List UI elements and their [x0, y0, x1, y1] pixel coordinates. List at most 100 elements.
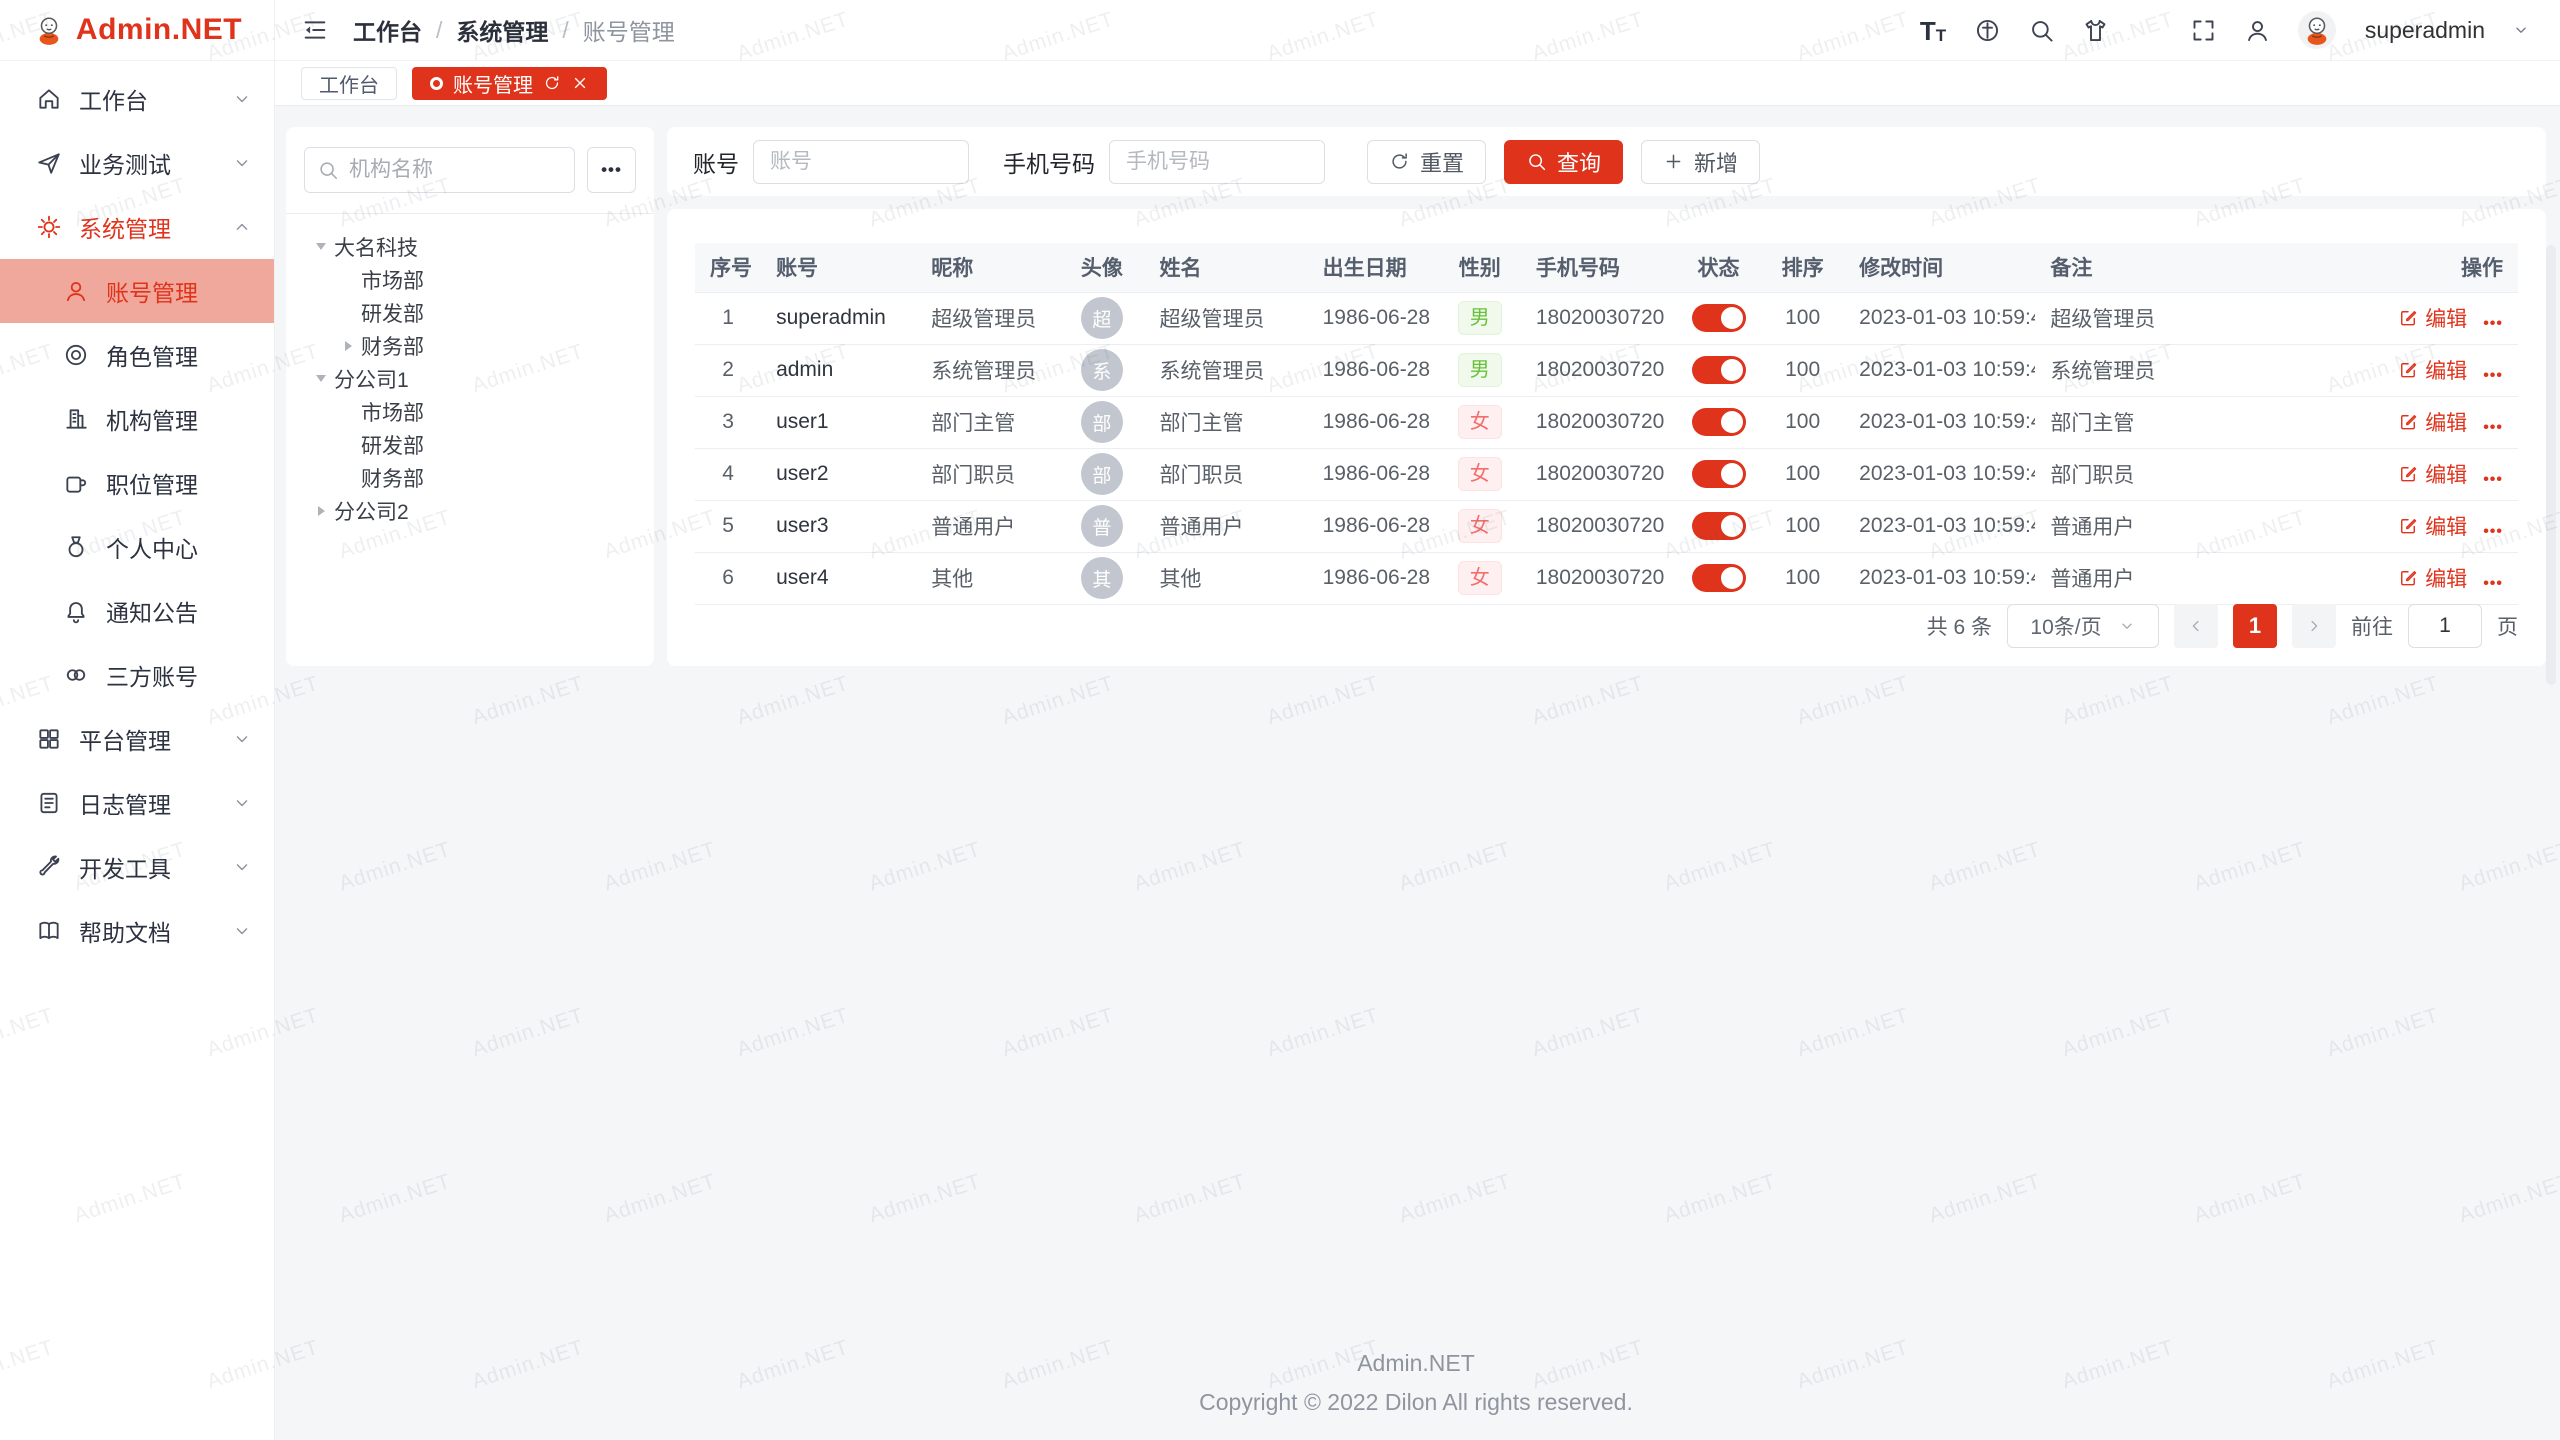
cell-mtime: 2023-01-03 10:59:44: [1844, 500, 2035, 552]
row-more-button[interactable]: •••: [2483, 523, 2503, 540]
edit-button[interactable]: 编辑: [2398, 303, 2467, 333]
caret-right-icon[interactable]: [335, 341, 361, 351]
status-toggle[interactable]: [1692, 356, 1746, 384]
scrollbar-thumb[interactable]: [2546, 245, 2556, 685]
sidebar-item-workbench[interactable]: 工作台: [0, 67, 274, 131]
sidebar-item-platform-management[interactable]: 平台管理: [0, 707, 274, 771]
goto-page-input[interactable]: [2408, 604, 2482, 648]
avatar: 超: [1081, 297, 1123, 339]
column-header-ops: 操作: [2379, 243, 2518, 292]
breadcrumb-item[interactable]: 工作台: [353, 13, 422, 47]
status-toggle[interactable]: [1692, 304, 1746, 332]
cell-mtime: 2023-01-03 10:59:44: [1844, 552, 2035, 604]
cell-avatar: 其: [1059, 552, 1144, 604]
sidebar-item-personal-center[interactable]: 个人中心: [0, 515, 274, 579]
caret-down-icon[interactable]: [308, 375, 334, 382]
fullscreen-icon[interactable]: [2190, 17, 2217, 44]
reset-button[interactable]: 重置: [1367, 140, 1486, 184]
next-page-button[interactable]: [2292, 604, 2336, 648]
close-icon[interactable]: [571, 74, 589, 92]
cell-remark: 普通用户: [2035, 552, 2378, 604]
caret-down-icon[interactable]: [308, 243, 334, 250]
home-icon: [36, 86, 62, 112]
tree-node[interactable]: 财务部: [304, 461, 636, 494]
row-more-button[interactable]: •••: [2483, 575, 2503, 592]
tab-account-management[interactable]: 账号管理: [412, 67, 607, 100]
status-toggle[interactable]: [1692, 512, 1746, 540]
theme-icon[interactable]: [2082, 17, 2109, 44]
sidebar-item-account-management[interactable]: 账号管理: [0, 259, 274, 323]
edit-button[interactable]: 编辑: [2398, 459, 2467, 489]
edit-button[interactable]: 编辑: [2398, 355, 2467, 385]
sidebar-item-third-party-account[interactable]: 三方账号: [0, 643, 274, 707]
current-page-button[interactable]: 1: [2233, 604, 2277, 648]
status-toggle[interactable]: [1692, 460, 1746, 488]
sidebar-item-log-management[interactable]: 日志管理: [0, 771, 274, 835]
logo[interactable]: Admin.NET: [0, 0, 274, 61]
edit-button[interactable]: 编辑: [2398, 407, 2467, 437]
pagination: 共 6 条 10条/页 1 前往 页: [1927, 604, 2518, 648]
phone-input[interactable]: [1109, 140, 1325, 184]
tree-node[interactable]: 研发部: [304, 428, 636, 461]
gear-icon: [36, 214, 62, 240]
sidebar-item-label: 帮助文档: [79, 914, 171, 948]
tree-node[interactable]: 大名科技: [304, 230, 636, 263]
cell-index: 3: [695, 396, 761, 448]
menu-fold-icon[interactable]: [301, 16, 329, 44]
cell-gender: 男: [1439, 344, 1521, 396]
refresh-icon[interactable]: [543, 74, 561, 92]
sidebar-item-help-docs[interactable]: 帮助文档: [0, 899, 274, 963]
profile-icon[interactable]: [2244, 17, 2271, 44]
status-toggle[interactable]: [1692, 564, 1746, 592]
cell-nickname: 其他: [916, 552, 1059, 604]
account-input[interactable]: [753, 140, 969, 184]
divider: [286, 213, 654, 214]
tree-node[interactable]: 分公司1: [304, 362, 636, 395]
tree-node[interactable]: 研发部: [304, 296, 636, 329]
chevron-down-icon[interactable]: [2512, 21, 2530, 39]
row-more-button[interactable]: •••: [2483, 471, 2503, 488]
refresh-icon: [1389, 151, 1410, 172]
sidebar-item-system-management[interactable]: 系统管理: [0, 195, 274, 259]
query-button[interactable]: 查询: [1504, 140, 1623, 184]
prev-page-button[interactable]: [2174, 604, 2218, 648]
link-users-icon: [63, 662, 89, 688]
caret-right-icon[interactable]: [308, 506, 334, 516]
edit-button[interactable]: 编辑: [2398, 511, 2467, 541]
status-toggle[interactable]: [1692, 408, 1746, 436]
tree-node[interactable]: 分公司2: [304, 494, 636, 527]
org-search-input[interactable]: [304, 147, 575, 193]
username[interactable]: superadmin: [2365, 17, 2485, 44]
row-more-button[interactable]: •••: [2483, 419, 2503, 436]
cell-name: 系统管理员: [1144, 344, 1307, 396]
notification-icon[interactable]: [2136, 17, 2163, 44]
sidebar-item-position-management[interactable]: 职位管理: [0, 451, 274, 515]
table-row: 6user4其他其其他1986-06-28女180200307201002023…: [695, 552, 2518, 604]
tree-node[interactable]: 财务部: [304, 329, 636, 362]
breadcrumb-item[interactable]: 系统管理: [456, 13, 548, 47]
search-icon[interactable]: [2028, 17, 2055, 44]
row-more-button[interactable]: •••: [2483, 315, 2503, 332]
tree-node-label: 分公司2: [334, 496, 409, 526]
cell-account: superadmin: [761, 292, 916, 344]
avatar[interactable]: [2298, 11, 2336, 49]
add-button[interactable]: 新增: [1641, 140, 1760, 184]
sidebar-item-role-management[interactable]: 角色管理: [0, 323, 274, 387]
tree-node[interactable]: 市场部: [304, 263, 636, 296]
tree-more-button[interactable]: •••: [587, 147, 636, 193]
tab-workbench[interactable]: 工作台: [301, 67, 397, 100]
row-more-button[interactable]: •••: [2483, 367, 2503, 384]
sidebar-item-org-management[interactable]: 机构管理: [0, 387, 274, 451]
table-row: 2admin系统管理员系系统管理员1986-06-28男180200307201…: [695, 344, 2518, 396]
gender-badge: 女: [1458, 405, 1502, 439]
sidebar-item-business-test[interactable]: 业务测试: [0, 131, 274, 195]
edit-button[interactable]: 编辑: [2398, 563, 2467, 593]
sidebar-item-notice[interactable]: 通知公告: [0, 579, 274, 643]
sidebar-item-dev-tools[interactable]: 开发工具: [0, 835, 274, 899]
tree-node[interactable]: 市场部: [304, 395, 636, 428]
page-size-select[interactable]: 10条/页: [2007, 604, 2159, 648]
avatar: 普: [1081, 505, 1123, 547]
language-icon[interactable]: [1974, 17, 2001, 44]
cell-gender: 女: [1439, 448, 1521, 500]
font-size-icon[interactable]: TT: [1920, 17, 1947, 44]
